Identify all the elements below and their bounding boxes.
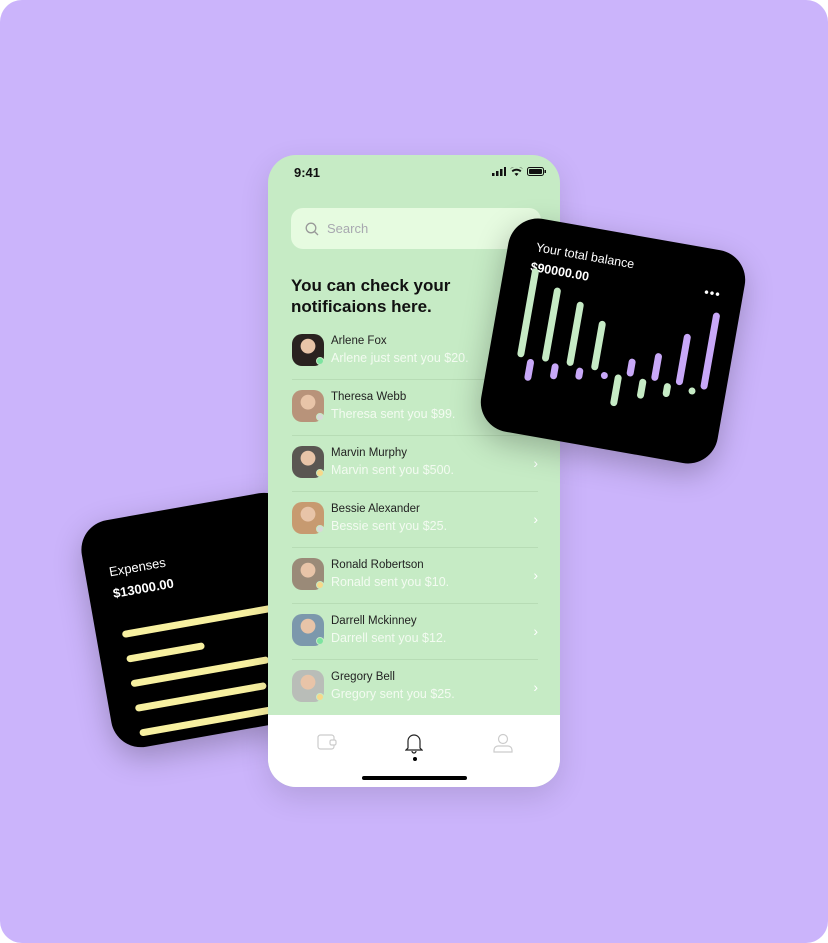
divider xyxy=(292,491,538,492)
notification-message: Darrell sent you $12. xyxy=(331,631,447,645)
status-dot xyxy=(316,637,324,645)
sender-name: Theresa Webb xyxy=(331,391,407,403)
sender-name: Gregory Bell xyxy=(331,671,395,683)
sender-name: Ronald Robertson xyxy=(331,559,424,571)
sender-name: Darrell Mckinney xyxy=(331,615,417,627)
balance-card[interactable]: Your total balance $90000.00 ••• xyxy=(476,213,750,469)
chevron-right-icon[interactable]: › xyxy=(533,567,538,583)
sender-name: Marvin Murphy xyxy=(331,447,408,459)
expenses-title: Expenses xyxy=(107,554,167,580)
notification-item[interactable]: Bessie Alexander Bessie sent you $25. › xyxy=(292,502,538,558)
sender-name: Arlene Fox xyxy=(331,335,387,347)
divider xyxy=(292,435,538,436)
balance-chart xyxy=(517,268,720,407)
notification-message: Gregory sent you $25. xyxy=(331,687,455,701)
status-dot xyxy=(316,693,324,701)
notification-item[interactable]: Ronald Robertson Ronald sent you $10. › xyxy=(292,558,538,614)
green-bar xyxy=(662,383,671,398)
purple-bar xyxy=(651,353,662,381)
search-icon xyxy=(305,222,319,235)
purple-bar xyxy=(575,367,584,380)
status-dot xyxy=(316,525,324,533)
notification-item[interactable]: Darrell Mckinney Darrell sent you $12. › xyxy=(292,614,538,670)
green-bar xyxy=(637,378,647,399)
search-bar[interactable] xyxy=(291,208,541,249)
chevron-right-icon[interactable]: › xyxy=(533,679,538,695)
notification-message: Arlene just sent you $20. xyxy=(331,351,469,365)
status-dot xyxy=(316,357,324,365)
battery-icon xyxy=(527,167,546,176)
status-time: 9:41 xyxy=(294,165,321,180)
purple-bar xyxy=(626,358,636,377)
expense-bar xyxy=(126,642,205,663)
chevron-right-icon[interactable]: › xyxy=(533,623,538,639)
bell-icon[interactable] xyxy=(405,732,423,754)
green-bar xyxy=(688,387,696,395)
status-icons xyxy=(492,167,546,176)
green-bar xyxy=(542,287,561,362)
active-indicator xyxy=(413,757,417,761)
purple-bar xyxy=(550,363,559,380)
chevron-right-icon[interactable]: › xyxy=(533,511,538,527)
search-input[interactable] xyxy=(327,221,477,236)
home-indicator xyxy=(362,776,467,780)
purple-bar xyxy=(700,312,720,390)
expense-bar xyxy=(134,681,267,712)
user-icon[interactable] xyxy=(493,733,513,753)
divider xyxy=(292,547,538,548)
divider xyxy=(292,603,538,604)
green-bar xyxy=(591,320,606,371)
expenses-amount: $13000.00 xyxy=(111,575,175,602)
notification-message: Bessie sent you $25. xyxy=(331,519,448,533)
status-dot xyxy=(316,413,324,421)
notification-message: Theresa sent you $99. xyxy=(331,407,456,421)
page-title: You can check your notificaions here. xyxy=(291,276,451,316)
purple-bar xyxy=(600,372,608,380)
signal-icon xyxy=(492,167,506,176)
divider xyxy=(292,659,538,660)
wallet-icon[interactable] xyxy=(317,733,337,751)
green-bar xyxy=(610,374,622,407)
status-dot xyxy=(316,469,324,477)
notification-item[interactable]: Marvin Murphy Marvin sent you $500. › xyxy=(292,446,538,502)
notification-message: Marvin sent you $500. xyxy=(331,463,454,477)
green-bar xyxy=(566,301,584,366)
wifi-icon xyxy=(510,167,523,176)
status-dot xyxy=(316,581,324,589)
green-bar xyxy=(517,268,539,358)
notification-message: Ronald sent you $10. xyxy=(331,575,450,589)
purple-bar xyxy=(524,359,535,381)
chevron-right-icon[interactable]: › xyxy=(533,455,538,471)
expense-bar xyxy=(130,656,270,688)
sender-name: Bessie Alexander xyxy=(331,503,420,515)
purple-bar xyxy=(675,333,691,386)
